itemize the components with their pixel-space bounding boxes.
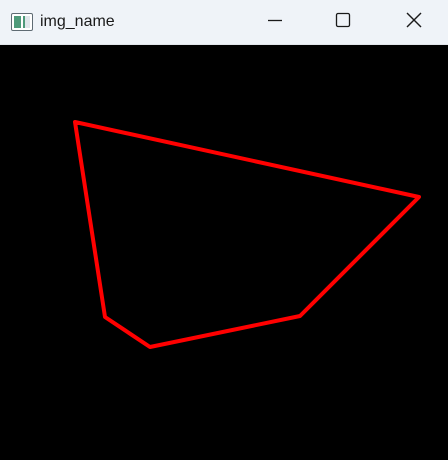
- image-canvas: [0, 45, 448, 460]
- window-title: img_name: [40, 13, 115, 30]
- maximize-icon: [335, 12, 351, 33]
- close-button[interactable]: [391, 0, 437, 45]
- title-bar[interactable]: img_name: [0, 0, 448, 45]
- maximize-button[interactable]: [320, 0, 366, 45]
- image-drawing: [73, 120, 421, 349]
- minimize-button[interactable]: [252, 0, 298, 45]
- close-icon: [406, 12, 422, 33]
- app-window: img_name: [0, 0, 448, 460]
- red-polygon-outline: [73, 120, 421, 349]
- minimize-icon: [267, 12, 283, 33]
- app-icon: [11, 13, 33, 31]
